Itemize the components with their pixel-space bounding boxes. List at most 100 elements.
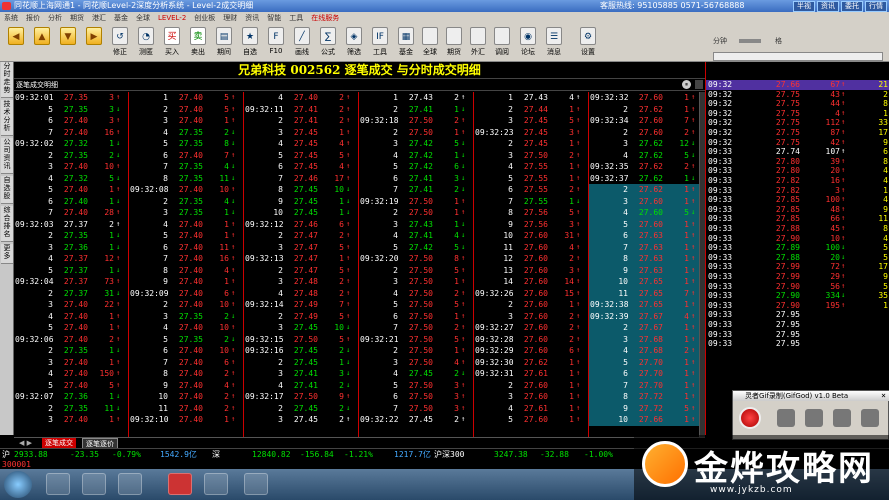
list-item[interactable]: 09:32 27.75 112 33 ↑ [706,118,889,128]
toolbar-button-7[interactable]: 卖卖出 [186,26,210,60]
scroll-up-button[interactable] [695,80,703,89]
menu-item-4[interactable]: 港汇 [92,12,106,24]
trade-price: 27.60 [523,392,548,401]
toolbar-button-12[interactable]: ∑ 公式 [316,26,340,60]
list-item[interactable]: 09:33 27.95 [706,320,889,330]
toolbar-button-10[interactable]: F F10 [264,26,288,60]
menu-item-0[interactable]: 系统 [4,12,18,24]
pause-record-button[interactable] [805,409,823,427]
toolbar-button-20[interactable]: ◉ 论坛 [516,26,540,60]
direction-icon: ↓ [231,196,236,205]
list-item[interactable]: 09:33 27.90 334 35 ↓ [706,291,889,301]
sidebar-tab-2[interactable]: 公司资讯 [1,138,13,174]
toolbar-button-1[interactable]: ▲ [30,26,54,60]
list-item[interactable]: 09:33 27.95 [706,339,889,349]
folder-button[interactable] [833,409,851,427]
window-btn-2[interactable]: 委托 [841,1,863,12]
toolbar-button-4[interactable]: ↺ 修正 [108,26,132,60]
list-item[interactable]: 09:33 27.82 3 1 ↑ [706,186,889,196]
trade-price: 27.45 [293,139,318,148]
trade-volume: 1 [454,311,459,321]
list-item[interactable]: 09:33 27.88 45 8 ↑ [706,224,889,234]
toolbar-button-22[interactable]: ⚙ 设置 [576,26,600,60]
settings-button[interactable] [861,409,879,427]
list-item[interactable]: 09:33 27.85 48 9 ↑ [706,205,889,215]
sidebar-tab-1[interactable]: 技术分析 [1,100,13,136]
trade-time: 09:32:20 [360,254,399,263]
taskbar-ths-icon[interactable] [168,473,192,495]
list-item[interactable]: 09:33 27.80 20 4 ↑ [706,166,889,176]
list-item[interactable]: 09:33 27.88 20 5 ↓ [706,253,889,263]
list-item[interactable]: 09:33 27.85 100 4 ↑ [706,195,889,205]
list-item[interactable]: 09:33 27.95 [706,330,889,340]
toolbar-button-3[interactable]: ▶ [82,26,106,60]
toolbar-button-19[interactable]: 调阅 [490,26,514,60]
date-range-box[interactable] [713,52,883,61]
toolbar-button-17[interactable]: 期货 [442,26,466,60]
toolbar-button-11[interactable]: ╱ 画线 [290,26,314,60]
list-item[interactable]: 09:33 27.90 10 4 ↑ [706,234,889,244]
toolbar-button-15[interactable]: ▦ 基金 [394,26,418,60]
start-button[interactable] [4,471,32,498]
trade-volume: 2 [109,334,114,344]
toolbar-button-16[interactable]: 全球 [418,26,442,60]
taskbar-qq-icon[interactable] [204,473,228,495]
sidebar-tab-4[interactable]: 综合排名 [1,206,13,242]
pause-button[interactable]: ⏸ [682,80,691,89]
list-item[interactable]: 09:33 27.89 100 5 ↓ [706,243,889,253]
stop-button[interactable] [777,409,795,427]
menu-item-1[interactable]: 报价 [26,12,40,24]
window-btn-3[interactable]: 行情 [865,1,887,12]
toolbar-button-6[interactable]: 买买入 [160,26,184,60]
toolbar-button-2[interactable]: ▼ [56,26,80,60]
toolbar-button-0[interactable]: ◀ [4,26,28,60]
list-item[interactable]: 09:32 27.75 42 9 ↑ [706,138,889,148]
toolbar-button-21[interactable]: ☰ 消息 [542,26,566,60]
record-button[interactable] [739,407,761,429]
toolbar-button-18[interactable]: 外汇 [466,26,490,60]
window-btn-0[interactable]: 半视 [793,1,815,12]
list-item[interactable]: 09:32 27.75 43 2 ↑ [706,90,889,100]
menu-item-12[interactable]: 工具 [289,12,303,24]
list-item[interactable]: 09:33 27.74 107 6 ↑ [706,147,889,157]
menu-item-8[interactable]: 创业板 [194,12,215,24]
taskbar-media-icon[interactable] [82,473,106,495]
menu-item-7[interactable]: LEVEL-2 [158,12,186,24]
sidebar-tab-5[interactable]: 更多 [1,244,13,264]
list-item[interactable]: 09:33 27.82 16 4 ↑ [706,176,889,186]
toolbar-button-8[interactable]: ▤ 期间 [212,26,236,60]
trade-price: 27.40 [63,208,88,217]
close-icon[interactable]: × [881,391,886,400]
menu-item-5[interactable]: 基金 [114,12,128,24]
list-item[interactable]: 09:33 27.99 29 9 ↑ [706,272,889,282]
minute-slider[interactable] [739,39,761,43]
menu-item-2[interactable]: 分析 [48,12,62,24]
menu-item-10[interactable]: 资讯 [245,12,259,24]
list-item[interactable]: 09:32 27.66 67 21 ↑ [706,80,889,90]
list-item[interactable]: 09:32 27.75 87 17 ↑ [706,128,889,138]
taskbar-app-icon[interactable] [118,473,142,495]
list-item[interactable]: 09:33 27.90 195 1 ↑ [706,301,889,311]
menu-item-6[interactable]: 全球 [136,12,150,24]
toolbar-button-13[interactable]: ◈ 筛选 [342,26,366,60]
menu-item-3[interactable]: 期货 [70,12,84,24]
list-item[interactable]: 09:33 27.99 72 17 ↑ [706,262,889,272]
sidebar-tab-0[interactable]: 分时走势 [1,62,13,98]
toolbar-button-9[interactable]: ★ 自选 [238,26,262,60]
list-item[interactable]: 09:33 27.85 66 11 ↑ [706,214,889,224]
menu-item-9[interactable]: 理财 [223,12,237,24]
taskbar-explorer-icon[interactable] [46,473,70,495]
window-btn-1[interactable]: 资讯 [817,1,839,12]
toolbar-button-5[interactable]: ◔ 测匿 [134,26,158,60]
list-item[interactable]: 09:32 27.75 4 1 ↑ [706,109,889,119]
list-item[interactable]: 09:33 27.95 [706,310,889,320]
sidebar-tab-3[interactable]: 自选股 [1,176,13,204]
menu-item-11[interactable]: 智能 [267,12,281,24]
menu-item-13[interactable]: 在线服务 [311,12,339,24]
list-item[interactable]: 09:33 27.90 56 5 ↑ [706,282,889,292]
toolbar-button-14[interactable]: IF 工具 [368,26,392,60]
taskbar-window-icon[interactable] [244,473,268,495]
list-item[interactable]: 09:33 27.80 39 8 ↑ [706,157,889,167]
list-item[interactable]: 09:32 27.75 44 8 ↑ [706,99,889,109]
table-row: 09:32:26 27.60 15 ↑ [474,288,589,300]
